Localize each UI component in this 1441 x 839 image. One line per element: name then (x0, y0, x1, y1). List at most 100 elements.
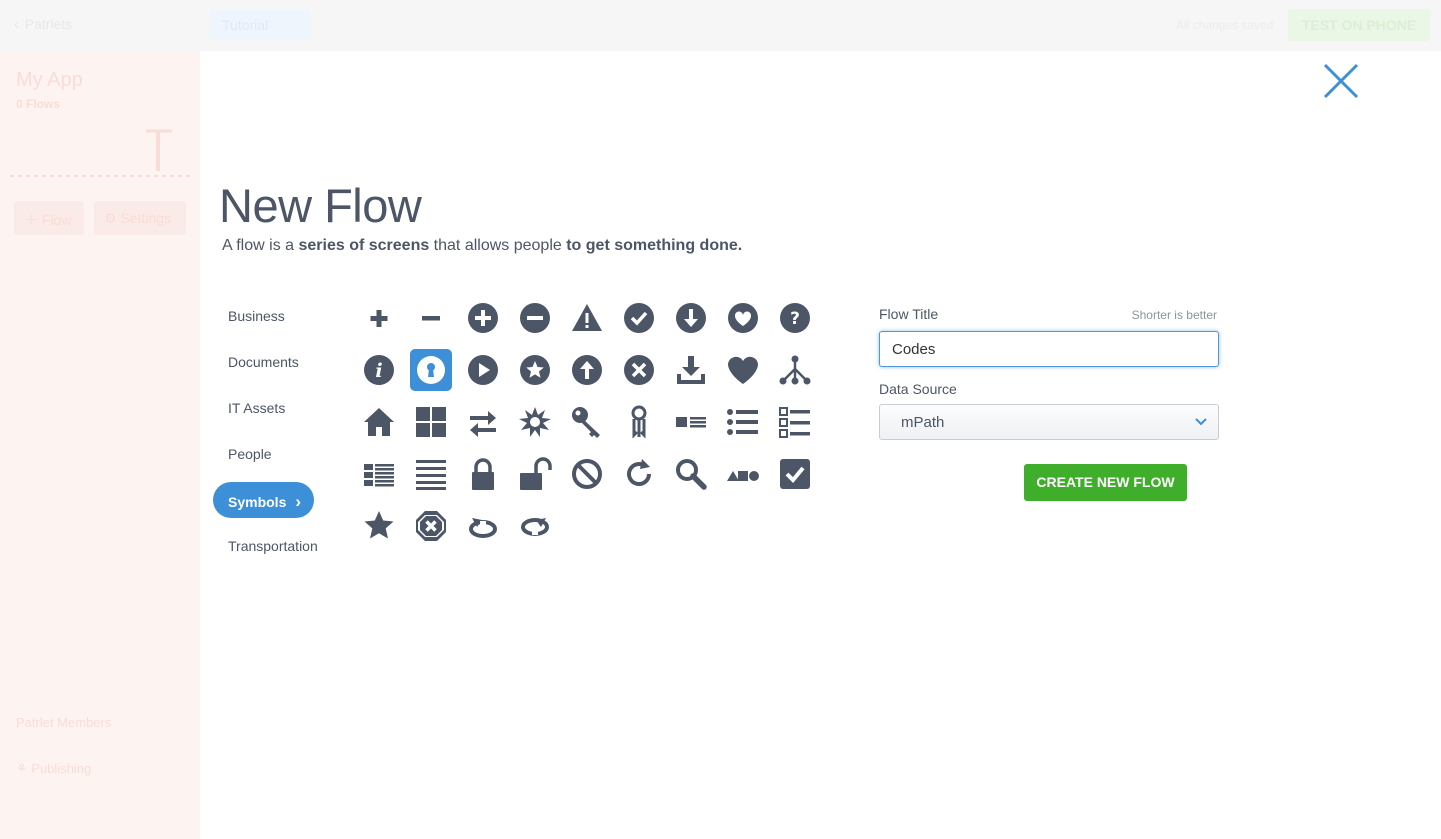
arrow-up-circle-icon[interactable] (566, 349, 608, 391)
checkbox-icon-glyph (780, 459, 810, 489)
category-it-assets[interactable]: IT Assets (213, 390, 353, 426)
download-icon[interactable] (670, 349, 712, 391)
modal-subtitle: A flow is a series of screens that allow… (222, 237, 743, 254)
unlock-icon-glyph (520, 457, 552, 490)
info-circle-icon[interactable]: i (358, 349, 400, 391)
arrow-down-circle-icon-glyph (676, 303, 706, 333)
arrow-up-circle-icon-glyph (572, 355, 602, 385)
key-icon-glyph (572, 407, 600, 438)
add-flow-button[interactable]: ＋ Flow (14, 201, 84, 235)
keyhole-icon[interactable] (410, 349, 452, 391)
minus-circle-icon[interactable] (514, 297, 556, 339)
create-new-flow-button[interactable]: CREATE NEW FLOW (1024, 464, 1187, 501)
ban-icon-glyph (572, 459, 602, 489)
keys-icon[interactable] (618, 401, 660, 443)
burst-icon[interactable] (514, 401, 556, 443)
exchange-icon[interactable] (462, 401, 504, 443)
plus-icon-glyph (370, 310, 388, 327)
list-bullets-icon[interactable] (722, 401, 764, 443)
list-detail-icon[interactable] (670, 401, 712, 443)
undo-circular-icon[interactable] (462, 505, 504, 547)
home-icon-glyph (364, 408, 394, 436)
heart-circle-icon[interactable] (722, 297, 764, 339)
top-bar: ‹ Patrlets Tutorial All changes saved TE… (0, 0, 1441, 51)
publishing-link[interactable]: ⚘ Publishing (16, 761, 91, 777)
refresh-icon[interactable] (618, 453, 660, 495)
heart-icon-glyph (728, 356, 758, 384)
table-list-icon-glyph (364, 464, 394, 487)
search-icon[interactable] (670, 453, 712, 495)
back-link[interactable]: ‹ Patrlets (14, 16, 72, 32)
star-circle-icon[interactable] (514, 349, 556, 391)
star-circle-icon-glyph (520, 355, 550, 385)
data-source-value: mPath (901, 414, 945, 431)
minus-icon-glyph (422, 316, 440, 321)
members-link[interactable]: Patrlet Members (16, 715, 111, 730)
octagon-x-icon[interactable] (410, 505, 452, 547)
flow-graph (10, 129, 190, 177)
redo-circular-icon[interactable] (514, 505, 556, 547)
key-icon[interactable] (566, 401, 608, 443)
arrow-down-circle-icon[interactable] (670, 297, 712, 339)
heart-icon[interactable] (722, 349, 764, 391)
minus-icon[interactable] (410, 297, 452, 339)
table-list-icon[interactable] (358, 453, 400, 495)
question-circle-icon[interactable]: ? (774, 297, 816, 339)
heart-circle-icon-glyph (728, 303, 758, 333)
x-circle-icon[interactable] (618, 349, 660, 391)
category-documents[interactable]: Documents (213, 344, 353, 380)
close-icon[interactable] (1318, 58, 1364, 104)
align-justify-icon[interactable] (410, 453, 452, 495)
plus-circle-icon-glyph (468, 303, 498, 333)
home-icon[interactable] (358, 401, 400, 443)
flow-title-input[interactable] (879, 331, 1219, 367)
burst-icon-glyph (519, 407, 551, 437)
flow-form: Flow Title Shorter is better Data Source… (879, 306, 1219, 501)
data-source-label: Data Source (879, 381, 957, 397)
grid-icon-glyph (416, 407, 446, 437)
back-label: Patrlets (24, 16, 73, 32)
ban-icon[interactable] (566, 453, 608, 495)
search-icon-glyph (676, 459, 707, 490)
star-icon[interactable] (358, 505, 400, 547)
grid-icon[interactable] (410, 401, 452, 443)
minus-circle-icon-glyph (520, 303, 550, 333)
plus-icon[interactable] (358, 297, 400, 339)
tutorial-button[interactable]: Tutorial (210, 10, 310, 40)
checklist-icon[interactable] (774, 401, 816, 443)
checkbox-icon[interactable] (774, 453, 816, 495)
category-people[interactable]: People (213, 436, 353, 472)
plus-circle-icon[interactable] (462, 297, 504, 339)
category-transportation[interactable]: Transportation (213, 528, 353, 564)
shapes-icon[interactable] (722, 453, 764, 495)
unlock-icon[interactable] (514, 453, 556, 495)
svg-text:i: i (375, 360, 382, 382)
x-circle-icon-glyph (624, 355, 654, 385)
sitemap-icon-glyph (779, 355, 811, 385)
category-list: Business Documents IT Assets People Symb… (213, 298, 353, 574)
redo-circular-icon-glyph (521, 518, 549, 536)
flow-title-hint: Shorter is better (1131, 308, 1217, 322)
list-bullets-icon-glyph (727, 409, 758, 435)
play-circle-icon[interactable] (462, 349, 504, 391)
sitemap-icon[interactable] (774, 349, 816, 391)
keys-icon-glyph (631, 405, 647, 439)
lock-icon-glyph (472, 458, 494, 490)
warning-icon[interactable] (566, 297, 608, 339)
category-symbols[interactable]: Symbols (213, 482, 314, 518)
checklist-icon-glyph (779, 407, 810, 438)
category-business[interactable]: Business (213, 298, 353, 334)
test-on-phone-button[interactable]: TEST ON PHONE (1288, 9, 1430, 41)
settings-button[interactable]: ⚙ Settings (94, 201, 186, 235)
exchange-icon-glyph (470, 411, 496, 437)
check-circle-icon[interactable] (618, 297, 660, 339)
undo-circular-icon-glyph (469, 518, 497, 538)
warning-icon-glyph (572, 304, 602, 331)
star-icon-glyph (364, 511, 394, 539)
data-source-select[interactable]: mPath (879, 404, 1219, 440)
download-icon-glyph (677, 356, 705, 384)
sidebar: My App 0 Flows ＋ Flow ⚙ Settings Patrlet… (0, 51, 200, 839)
question-circle-icon-glyph: ? (780, 303, 810, 333)
lock-icon[interactable] (462, 453, 504, 495)
keyhole-icon-glyph (417, 356, 445, 384)
